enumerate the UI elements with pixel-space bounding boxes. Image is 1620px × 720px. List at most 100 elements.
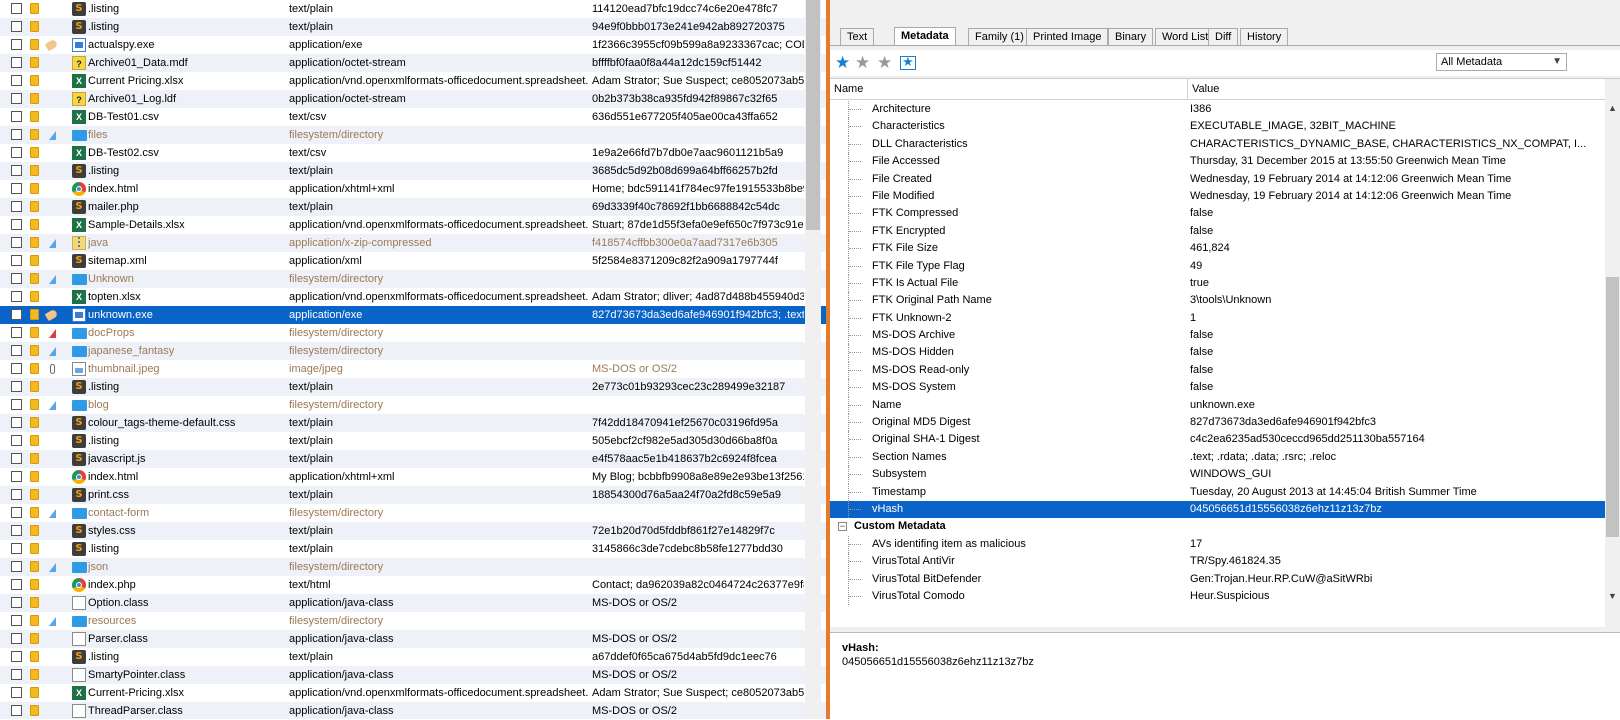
row-checkbox[interactable] bbox=[11, 273, 22, 284]
row-checkbox[interactable] bbox=[11, 435, 22, 446]
row-checkbox[interactable] bbox=[11, 93, 22, 104]
row-checkbox[interactable] bbox=[11, 57, 22, 68]
metadata-row[interactable]: File Accessed Thursday, 31 December 2015 … bbox=[830, 153, 1605, 171]
metadata-row[interactable]: FTK File Size 461,824 bbox=[830, 240, 1605, 258]
row-checkbox[interactable] bbox=[11, 21, 22, 32]
row-checkbox[interactable] bbox=[11, 381, 22, 392]
metadata-row[interactable]: AVs identifing item as malicious 17 bbox=[830, 535, 1605, 554]
file-row[interactable]: Xtopten.xlsx application/vnd.openxmlforma… bbox=[0, 288, 833, 306]
row-checkbox[interactable] bbox=[11, 327, 22, 338]
file-row[interactable]: resources filesystem/directory bbox=[0, 612, 833, 630]
row-checkbox[interactable] bbox=[11, 399, 22, 410]
metadata-row[interactable]: VirusTotal AntiVir TR/Spy.461824.35 bbox=[830, 553, 1605, 571]
file-row[interactable]: Ssitemap.xml application/xml 5f2584e837120… bbox=[0, 252, 833, 270]
scroll-up-arrow-icon[interactable]: ▲ bbox=[1608, 103, 1617, 113]
column-header-value[interactable]: Value bbox=[1188, 79, 1605, 99]
tab-text[interactable]: Text bbox=[840, 28, 875, 45]
metadata-row[interactable]: DLL Characteristics CHARACTERISTICS_DYNAM… bbox=[830, 135, 1605, 154]
file-row[interactable]: json filesystem/directory bbox=[0, 558, 833, 576]
file-row[interactable]: Smailer.php text/plain 69d3339f40c78692f1b… bbox=[0, 198, 833, 216]
metadata-row[interactable]: Original MD5 Digest 827d73673da3ed6afe946… bbox=[830, 414, 1605, 432]
metadata-row[interactable]: VirusTotal Comodo Heur.Suspicious bbox=[830, 587, 1605, 606]
row-checkbox[interactable] bbox=[11, 201, 22, 212]
row-checkbox[interactable] bbox=[11, 507, 22, 518]
row-checkbox[interactable] bbox=[11, 3, 22, 14]
file-row[interactable]: index.php text/html Contact; da962039a82c0… bbox=[0, 576, 833, 594]
file-row[interactable]: blog filesystem/directory bbox=[0, 396, 833, 414]
row-checkbox[interactable] bbox=[11, 129, 22, 140]
metadata-row[interactable]: FTK Compressed false bbox=[830, 205, 1605, 223]
file-row[interactable]: SmartyPointer.class application/java-clas… bbox=[0, 666, 833, 684]
file-row[interactable]: docProps filesystem/directory bbox=[0, 324, 833, 342]
row-checkbox[interactable] bbox=[11, 669, 22, 680]
metadata-row[interactable]: vHash 045056651d15556038z6ehz11z13z7bz bbox=[830, 500, 1605, 519]
file-row[interactable]: ThreadParser.class application/java-class… bbox=[0, 702, 833, 719]
tab-printed-image[interactable]: Printed Image bbox=[1026, 28, 1109, 45]
file-row[interactable]: S .listing text/plain 505ebcf2cf982e5ad305d… bbox=[0, 432, 833, 450]
scroll-down-arrow-icon[interactable]: ▼ bbox=[1608, 591, 1617, 601]
star-icon[interactable]: ★ bbox=[855, 55, 870, 72]
metadata-row[interactable]: Section Names .text; .rdata; .data; .rsrc… bbox=[830, 448, 1605, 467]
file-row[interactable]: Sjavascript.js text/plain e4f578aac5e1b418… bbox=[0, 450, 833, 468]
file-row[interactable]: java application/x-zip-compressed f418574c… bbox=[0, 234, 833, 252]
row-checkbox[interactable] bbox=[11, 147, 22, 158]
star-icon[interactable]: ★ bbox=[877, 55, 892, 72]
file-row[interactable]: thumbnail.jpeg image/jpeg MS-DOS or OS/2 bbox=[0, 360, 833, 378]
row-checkbox[interactable] bbox=[11, 345, 22, 356]
row-checkbox[interactable] bbox=[11, 309, 22, 320]
file-row[interactable]: Unknown filesystem/directory bbox=[0, 270, 833, 288]
row-checkbox[interactable] bbox=[11, 291, 22, 302]
row-checkbox[interactable] bbox=[11, 255, 22, 266]
file-row[interactable]: X DB-Test02.csv text/csv 1e9a2e66fd7b7db0e7… bbox=[0, 144, 833, 162]
file-row[interactable]: S .listing text/plain 3145866c3de7cdebc8b58… bbox=[0, 540, 833, 558]
metadata-row[interactable]: MS-DOS System false bbox=[830, 379, 1605, 397]
column-header-name[interactable]: Name bbox=[830, 79, 1188, 99]
row-checkbox[interactable] bbox=[11, 525, 22, 536]
row-checkbox[interactable] bbox=[11, 543, 22, 554]
row-checkbox[interactable] bbox=[11, 579, 22, 590]
file-row[interactable]: Scolour_tags-theme-default.css text/plain… bbox=[0, 414, 833, 432]
metadata-row[interactable]: VirusTotal BitDefender Gen:Trojan.Heur.RP… bbox=[830, 570, 1605, 588]
metadata-row[interactable]: File Modified Wednesday, 19 February 2014… bbox=[830, 187, 1605, 206]
row-checkbox[interactable] bbox=[11, 651, 22, 662]
row-checkbox[interactable] bbox=[11, 183, 22, 194]
row-checkbox[interactable] bbox=[11, 165, 22, 176]
metadata-row[interactable]: Characteristics EXECUTABLE_IMAGE, 32BIT_M… bbox=[830, 118, 1605, 136]
pin-star-icon[interactable]: ★ bbox=[835, 55, 850, 72]
file-row[interactable]: X DB-Test01.csv text/csv 636d551e677205f405… bbox=[0, 108, 833, 126]
file-list-scroll-thumb[interactable] bbox=[806, 0, 820, 230]
file-row[interactable]: Parser.class application/java-class MS-DOS… bbox=[0, 630, 833, 648]
row-checkbox[interactable] bbox=[11, 75, 22, 86]
file-row[interactable]: S .listing text/plain 3685dc5d92b08d699a64b… bbox=[0, 162, 833, 180]
metadata-group-row[interactable]: − Custom Metadata bbox=[830, 518, 1605, 535]
tab-family-1[interactable]: Family (1) bbox=[968, 28, 1031, 45]
metadata-row[interactable]: FTK Unknown-2 1 bbox=[830, 309, 1605, 328]
file-row[interactable]: unknown.exe application/exe 827d73673da3ed… bbox=[0, 306, 833, 324]
tab-word-list[interactable]: Word List bbox=[1155, 28, 1216, 45]
metadata-row[interactable]: Original SHA-1 Digest c4c2ea6235ad530cecc… bbox=[830, 431, 1605, 449]
metadata-row[interactable]: Timestamp Tuesday, 20 August 2013 at 14:4… bbox=[830, 483, 1605, 501]
file-row[interactable]: japanese_fantasy filesystem/directory bbox=[0, 342, 833, 360]
file-row[interactable]: index.html application/xhtml+xml My Blog; … bbox=[0, 468, 833, 486]
file-row[interactable]: files filesystem/directory bbox=[0, 126, 833, 144]
row-checkbox[interactable] bbox=[11, 39, 22, 50]
row-checkbox[interactable] bbox=[11, 705, 22, 716]
row-checkbox[interactable] bbox=[11, 471, 22, 482]
row-checkbox[interactable] bbox=[11, 363, 22, 374]
metadata-row[interactable]: Architecture I386 bbox=[830, 101, 1605, 119]
file-row[interactable]: index.html application/xhtml+xml Home; bdc… bbox=[0, 180, 833, 198]
row-checkbox[interactable] bbox=[11, 561, 22, 572]
metadata-row[interactable]: FTK Encrypted false bbox=[830, 222, 1605, 241]
row-checkbox[interactable] bbox=[11, 615, 22, 626]
bookmark-star-icon[interactable]: ★ bbox=[900, 56, 916, 70]
row-checkbox[interactable] bbox=[11, 453, 22, 464]
metadata-row[interactable]: FTK Original Path Name 3\tools\Unknown bbox=[830, 292, 1605, 310]
file-row[interactable]: S .listing text/plain 94e9f0bbb0173e241e942… bbox=[0, 18, 833, 36]
metadata-row[interactable]: MS-DOS Hidden false bbox=[830, 344, 1605, 362]
file-row[interactable]: ? Archive01_Data.mdf application/octet-str… bbox=[0, 54, 833, 72]
metadata-scroll-thumb[interactable] bbox=[1606, 277, 1619, 537]
metadata-row[interactable]: File Created Wednesday, 19 February 2014 … bbox=[830, 170, 1605, 188]
file-row[interactable]: Option.class application/java-class MS-DOS… bbox=[0, 594, 833, 612]
row-checkbox[interactable] bbox=[11, 219, 22, 230]
file-row[interactable]: contact-form filesystem/directory bbox=[0, 504, 833, 522]
